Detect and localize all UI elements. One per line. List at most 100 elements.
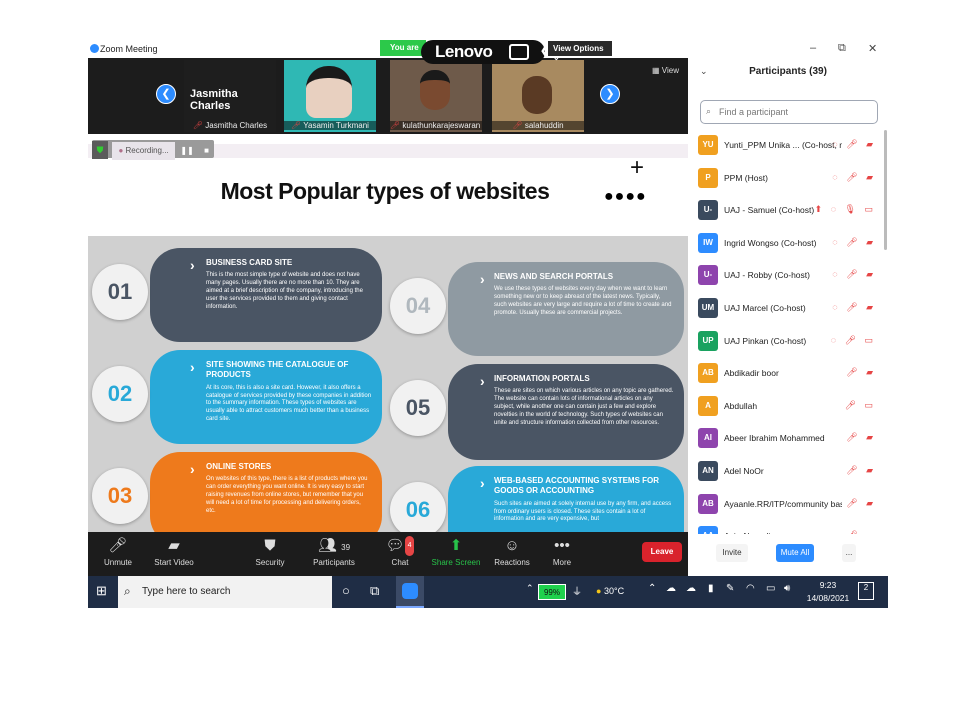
volume-icon[interactable]: 🔊︎	[784, 583, 790, 594]
sun-icon: ●	[596, 586, 602, 596]
battery-icon[interactable]: ▭	[766, 583, 775, 594]
wifi-icon[interactable]: ◠	[746, 583, 755, 594]
dots-decoration: ●●●●	[604, 188, 647, 205]
participant-status-icons[interactable]: ◌ 🎤︎ ▰	[832, 269, 876, 280]
participant-status-icons[interactable]: ◌ 🎤︎ ▰	[832, 139, 876, 150]
prev-video-button[interactable]: ❮	[156, 84, 176, 104]
pause-recording-button[interactable]: ❚❚	[179, 142, 195, 160]
close-button[interactable]: ✕	[868, 42, 877, 55]
participants-button[interactable]: 👥︎ 39 Participants	[304, 536, 364, 567]
participant-name: Abdikadir boor	[724, 368, 779, 379]
taskbar-search-input[interactable]: ⌕ Type here to search	[118, 576, 332, 608]
notifications-icon[interactable]: 2	[858, 582, 874, 600]
more-options-button[interactable]: ...	[842, 544, 856, 562]
participant-row[interactable]: U- UAJ - Robby (Co-host) ◌ 🎤︎ ▰	[688, 260, 882, 292]
mute-all-button[interactable]: Mute All	[776, 544, 814, 562]
view-options-button[interactable]: View Options ⌄	[548, 41, 612, 62]
unmute-button[interactable]: 🎤︎ Unmute	[88, 536, 148, 567]
card-title: SITE SHOWING THE CATALOGUE OF PRODUCTS	[206, 360, 349, 380]
card-text: On websites of this type, there is a lis…	[206, 476, 368, 514]
participant-row[interactable]: UP UAJ Pinkan (Co-host) ◌ 🎤︎ ▭	[688, 326, 882, 358]
stop-recording-button[interactable]: ■	[200, 142, 214, 160]
participant-status-icons[interactable]: 🎤︎ ▭	[845, 400, 876, 411]
video-tile[interactable]: 🎤︎ kulathunkarajeswaran ...	[390, 60, 482, 132]
invite-button[interactable]: Invite	[716, 544, 748, 562]
leave-button[interactable]: Leave	[642, 542, 682, 562]
windows-start-icon[interactable]: ⊞	[96, 583, 107, 599]
battery-indicator[interactable]: 99%	[538, 584, 566, 600]
start-video-button[interactable]: ▰ Start Video	[144, 536, 204, 567]
participant-search-input[interactable]: ⌕ Find a participant	[700, 100, 878, 124]
view-button[interactable]: ▦ View	[652, 66, 679, 75]
participant-status-icons[interactable]: ◌ 🎤︎ ▰	[832, 237, 876, 248]
chevron-right-icon: ›	[190, 461, 195, 477]
avatar: YU	[698, 135, 718, 155]
more-button[interactable]: ••• More	[532, 536, 592, 567]
security-button[interactable]: ⛊ Security	[240, 536, 300, 567]
card-title: ONLINE STORES	[206, 462, 272, 471]
participant-list: YU Yunti_PPM Unika ... (Co-host, me) ◌ 🎤︎ …	[688, 130, 888, 534]
shield-icon: ⛊	[264, 537, 276, 554]
restore-button[interactable]: ⧉	[838, 42, 846, 55]
zoom-icon	[402, 583, 418, 599]
video-tile[interactable]: Jasmitha Charles 🎤︎ Jasmitha Charles	[184, 60, 276, 132]
zoom-logo-icon	[90, 44, 99, 53]
qr-icon	[509, 44, 529, 60]
participant-row[interactable]: AB Ayaanle.RR/ITP/community bas... 🎤︎ ▰	[688, 489, 882, 521]
participant-row[interactable]: AI Abeer Ibrahim Mohammed 🎤︎ ▰	[688, 423, 882, 455]
participant-row[interactable]: U- UAJ - Samuel (Co-host) ⬆ ◌ 🎙 ▭	[688, 195, 882, 227]
card-number: 03	[92, 468, 148, 524]
participant-row[interactable]: A Abdullah 🎤︎ ▭	[688, 391, 882, 423]
card-title: WEB-BASED ACCOUNTING SYSTEMS FOR GOODS O…	[494, 476, 660, 496]
record-icon: ●	[118, 146, 124, 155]
avatar: U-	[698, 200, 718, 221]
participant-row[interactable]: UM UAJ Marcel (Co-host) ◌ 🎤︎ ▰	[688, 293, 882, 325]
task-view-icon[interactable]: ⧉	[370, 583, 379, 599]
participant-status-icons[interactable]: 🎤︎ ▰	[846, 465, 876, 476]
participant-name: Ingrid Wongso (Co-host)	[724, 237, 817, 248]
infographic-card: › WEB-BASED ACCOUNTING SYSTEMS FOR GOODS…	[448, 466, 684, 532]
chevron-right-icon: ›	[480, 373, 485, 389]
taskbar-clock[interactable]: 9:23 14/08/2021	[806, 579, 850, 605]
participant-status-icons[interactable]: 🎤︎ ▰	[846, 498, 876, 509]
next-video-button[interactable]: ❯	[600, 84, 620, 104]
participant-list-scrollbar[interactable]	[884, 130, 887, 250]
participant-status-icons[interactable]: ⬆ ◌ 🎙 ▭	[815, 204, 876, 215]
clock-date: 14/08/2021	[806, 593, 850, 603]
participant-status-icons[interactable]: ◌ 🎤︎ ▭	[831, 335, 876, 346]
video-tile[interactable]: 🎤︎ Yasamin Turkmani	[284, 60, 376, 132]
chevron-up-icon[interactable]: ⌃	[526, 583, 534, 594]
participant-row[interactable]: YU Yunti_PPM Unika ... (Co-host, me) ◌ 🎤︎ …	[688, 130, 882, 162]
chevron-right-icon: ›	[190, 257, 195, 273]
cortana-icon[interactable]: ○	[342, 583, 350, 598]
participant-status-icons[interactable]: ◌ 🎤︎ ▰	[832, 172, 876, 183]
participant-row[interactable]: IW Ingrid Wongso (Co-host) ◌ 🎤︎ ▰	[688, 228, 882, 260]
video-tile[interactable]: 🎤︎ salahuddin	[492, 60, 584, 132]
chat-badge: 4	[404, 536, 415, 556]
search-icon: ⌕	[706, 106, 712, 116]
usb-icon: ▮	[708, 583, 714, 594]
participant-name: UAJ - Robby (Co-host)	[724, 270, 810, 281]
participant-status-icons[interactable]: 🎤︎ ▰	[846, 432, 876, 443]
weather-widget[interactable]: ● 30°C	[596, 586, 624, 596]
plus-icon: +	[630, 154, 645, 181]
infographic-card: › BUSINESS CARD SITE This is the most si…	[150, 248, 382, 342]
participant-row[interactable]: AA Aziz Alnoodin 🎤︎ ▰	[688, 521, 882, 534]
participant-row[interactable]: P PPM (Host) ◌ 🎤︎ ▰	[688, 163, 882, 195]
chat-button[interactable]: 💬︎ 4 Chat	[370, 536, 430, 567]
muted-mic-icon: 🎤︎	[108, 537, 128, 554]
participant-status-icons[interactable]: ◌ 🎤︎ ▰	[832, 302, 876, 313]
participant-row[interactable]: AB Abdikadir boor 🎤︎ ▰	[688, 358, 882, 390]
zoom-taskbar-app[interactable]	[396, 576, 424, 608]
chat-icon: 💬︎ 4	[370, 536, 430, 558]
participant-row[interactable]: AN Adel NoOr 🎤︎ ▰	[688, 456, 882, 488]
card-text: At its core, this is also a site card. H…	[206, 384, 372, 422]
chevron-up-icon[interactable]: ⌃	[648, 583, 656, 594]
card-number: 02	[92, 366, 148, 422]
participant-status-icons[interactable]: 🎤︎ ▰	[846, 367, 876, 378]
minimize-button[interactable]: –	[810, 42, 816, 54]
share-screen-button[interactable]: ⬆ Share Screen	[426, 536, 486, 567]
avatar: P	[698, 167, 718, 188]
participant-status-icons[interactable]: 🎤︎ ▰	[846, 530, 876, 534]
window-title: Zoom Meeting	[100, 44, 158, 54]
